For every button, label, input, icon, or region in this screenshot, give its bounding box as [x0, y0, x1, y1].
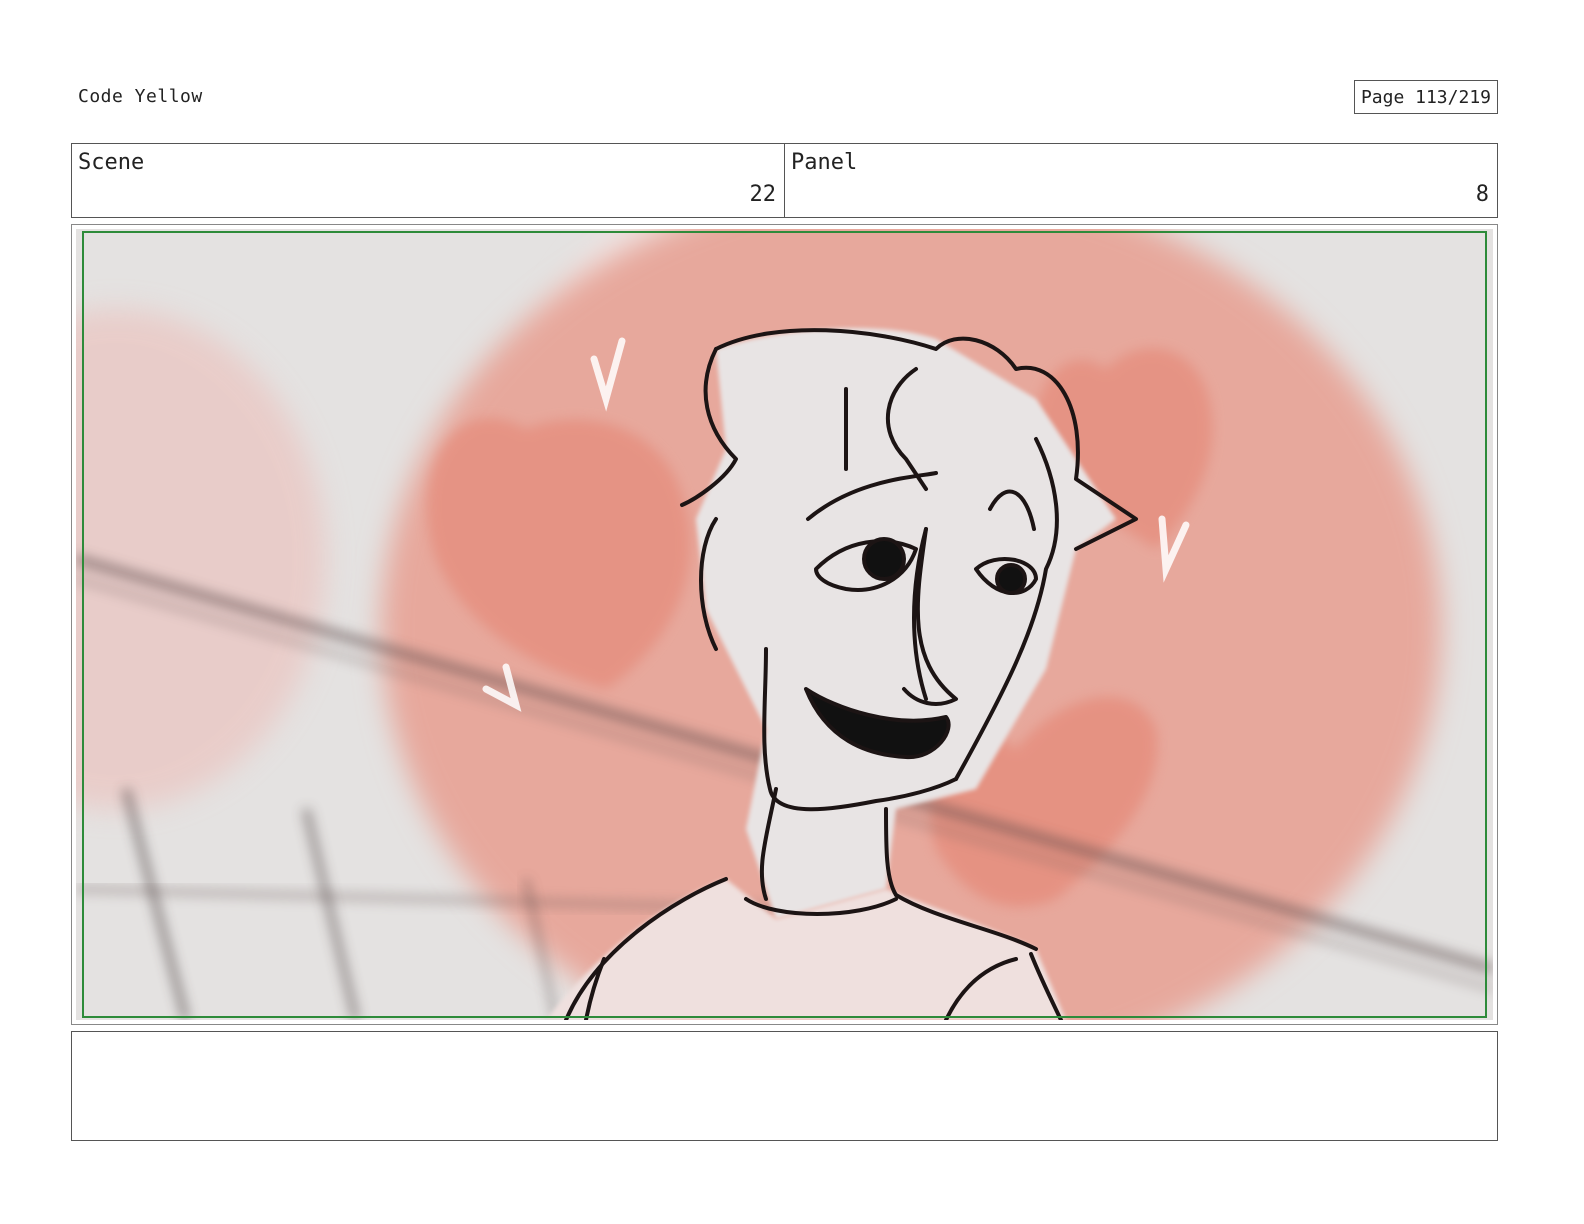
- scene-number: 22: [749, 182, 777, 207]
- page-number-badge: Page 113/219: [1353, 80, 1498, 114]
- notes-box[interactable]: [71, 1031, 1498, 1141]
- panel-cell: Panel 8: [784, 144, 1497, 217]
- panel-label: Panel: [791, 150, 858, 175]
- panel-number: 8: [1475, 182, 1489, 207]
- scene-panel-header: Scene 22 Panel 8: [71, 143, 1498, 218]
- scene-label: Scene: [78, 150, 145, 175]
- storyboard-drawing: [76, 229, 1493, 1020]
- scene-cell: Scene 22: [72, 144, 784, 217]
- storyboard-image: [76, 229, 1493, 1020]
- storyboard-frame: [71, 224, 1498, 1025]
- document-title: Code Yellow: [78, 86, 203, 107]
